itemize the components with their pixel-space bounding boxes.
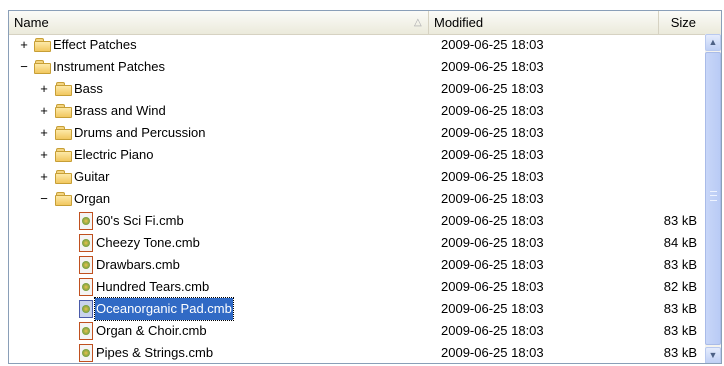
- patch-file-icon: [79, 212, 93, 230]
- tree-folder-row[interactable]: + Bass 2009-06-25 18:03: [9, 78, 705, 100]
- item-name[interactable]: Oceanorganic Pad.cmb: [94, 297, 234, 321]
- item-modified: 2009-06-25 18:03: [441, 279, 544, 294]
- item-name[interactable]: Instrument Patches: [52, 56, 166, 78]
- item-modified: 2009-06-25 18:03: [441, 103, 544, 118]
- column-header-name[interactable]: Name △: [9, 11, 429, 34]
- tree-folder-row[interactable]: + Brass and Wind 2009-06-25 18:03: [9, 100, 705, 122]
- tree-file-row[interactable]: Organ & Choir.cmb 2009-06-25 18:03 83 kB: [9, 320, 705, 342]
- item-size: 82 kB: [663, 279, 697, 294]
- item-name[interactable]: Electric Piano: [73, 144, 154, 166]
- item-name[interactable]: Organ & Choir.cmb: [95, 320, 208, 342]
- collapse-icon[interactable]: −: [19, 56, 29, 78]
- grip-icon: [710, 191, 717, 201]
- tree-folder-row[interactable]: + Effect Patches 2009-06-25 18:03: [9, 34, 705, 56]
- item-modified: 2009-06-25 18:03: [441, 213, 544, 228]
- tree-file-row[interactable]: Pipes & Strings.cmb 2009-06-25 18:03 83 kB: [9, 342, 705, 363]
- column-header: Name △ Modified Size: [9, 11, 721, 35]
- item-modified: 2009-06-25 18:03: [441, 125, 544, 140]
- tree-file-row[interactable]: Drawbars.cmb 2009-06-25 18:03 83 kB: [9, 254, 705, 276]
- item-modified: 2009-06-25 18:03: [441, 37, 544, 52]
- scrollbar-thumb[interactable]: [705, 52, 721, 345]
- item-modified: 2009-06-25 18:03: [441, 147, 544, 162]
- item-size: 83 kB: [663, 323, 697, 338]
- expand-icon[interactable]: +: [19, 34, 29, 56]
- item-size: 83 kB: [663, 257, 697, 272]
- tree-file-row[interactable]: Cheezy Tone.cmb 2009-06-25 18:03 84 kB: [9, 232, 705, 254]
- column-header-modified-label: Modified: [434, 15, 484, 30]
- patch-file-icon: [79, 322, 93, 340]
- item-size: 83 kB: [663, 213, 697, 228]
- column-header-size[interactable]: Size: [659, 11, 721, 34]
- folder-icon: [55, 169, 72, 184]
- scroll-down-button[interactable]: ▼: [705, 347, 721, 363]
- folder-icon: [55, 147, 72, 162]
- expand-icon[interactable]: +: [39, 144, 49, 166]
- patch-file-icon: [79, 234, 93, 252]
- expand-icon[interactable]: +: [39, 100, 49, 122]
- item-modified: 2009-06-25 18:03: [441, 235, 544, 250]
- tree-file-row[interactable]: Oceanorganic Pad.cmb 2009-06-25 18:03 83 k…: [9, 297, 705, 321]
- item-modified: 2009-06-25 18:03: [441, 169, 544, 184]
- patch-file-icon: [79, 300, 93, 318]
- item-name[interactable]: 60's Sci Fi.cmb: [95, 210, 185, 232]
- item-size: 83 kB: [663, 301, 697, 316]
- folder-icon: [55, 125, 72, 140]
- tree-file-row[interactable]: 60's Sci Fi.cmb 2009-06-25 18:03 83 kB: [9, 210, 705, 232]
- folder-icon: [55, 103, 72, 118]
- tree-file-row[interactable]: Hundred Tears.cmb 2009-06-25 18:03 82 kB: [9, 276, 705, 298]
- item-modified: 2009-06-25 18:03: [441, 345, 544, 360]
- item-modified: 2009-06-25 18:03: [441, 81, 544, 96]
- item-modified: 2009-06-25 18:03: [441, 257, 544, 272]
- item-size: 84 kB: [663, 235, 697, 250]
- item-name[interactable]: Brass and Wind: [73, 100, 167, 122]
- vertical-scrollbar[interactable]: ▲ ▼: [705, 34, 721, 363]
- tree-folder-row[interactable]: + Guitar 2009-06-25 18:03: [9, 166, 705, 188]
- item-name[interactable]: Drums and Percussion: [73, 122, 207, 144]
- column-header-modified[interactable]: Modified: [429, 11, 659, 34]
- sort-ascending-icon: △: [414, 17, 422, 28]
- folder-icon: [55, 81, 72, 96]
- item-name[interactable]: Drawbars.cmb: [95, 254, 181, 276]
- item-name[interactable]: Hundred Tears.cmb: [95, 276, 210, 298]
- folder-icon: [34, 59, 51, 74]
- item-size: 83 kB: [663, 345, 697, 360]
- column-header-size-label: Size: [670, 15, 696, 30]
- scroll-up-button[interactable]: ▲: [705, 34, 721, 51]
- expand-icon[interactable]: +: [39, 166, 49, 188]
- item-name[interactable]: Cheezy Tone.cmb: [95, 232, 201, 254]
- tree-folder-row[interactable]: + Electric Piano 2009-06-25 18:03: [9, 144, 705, 166]
- folder-icon: [55, 191, 72, 206]
- item-modified: 2009-06-25 18:03: [441, 59, 544, 74]
- expand-icon[interactable]: +: [39, 122, 49, 144]
- tree-folder-row[interactable]: + Drums and Percussion 2009-06-25 18:03: [9, 122, 705, 144]
- item-name[interactable]: Guitar: [73, 166, 110, 188]
- patch-file-icon: [79, 344, 93, 362]
- patch-file-icon: [79, 278, 93, 296]
- expand-icon[interactable]: +: [39, 78, 49, 100]
- item-name[interactable]: Organ: [73, 188, 111, 210]
- item-name[interactable]: Effect Patches: [52, 34, 138, 56]
- item-modified: 2009-06-25 18:03: [441, 323, 544, 338]
- tree-folder-row[interactable]: − Organ 2009-06-25 18:03: [9, 188, 705, 210]
- folder-icon: [34, 37, 51, 52]
- item-name[interactable]: Bass: [73, 78, 104, 100]
- item-name[interactable]: Pipes & Strings.cmb: [95, 342, 214, 363]
- tree-rows: + Effect Patches 2009-06-25 18:03− Instrume…: [9, 34, 705, 363]
- column-header-name-label: Name: [14, 15, 49, 30]
- file-tree-view: Name △ Modified Size + Effect Patches 2009…: [8, 10, 722, 364]
- collapse-icon[interactable]: −: [39, 188, 49, 210]
- tree-folder-row[interactable]: − Instrument Patches 2009-06-25 18:03: [9, 56, 705, 78]
- item-modified: 2009-06-25 18:03: [441, 301, 544, 316]
- patch-file-icon: [79, 256, 93, 274]
- item-modified: 2009-06-25 18:03: [441, 191, 544, 206]
